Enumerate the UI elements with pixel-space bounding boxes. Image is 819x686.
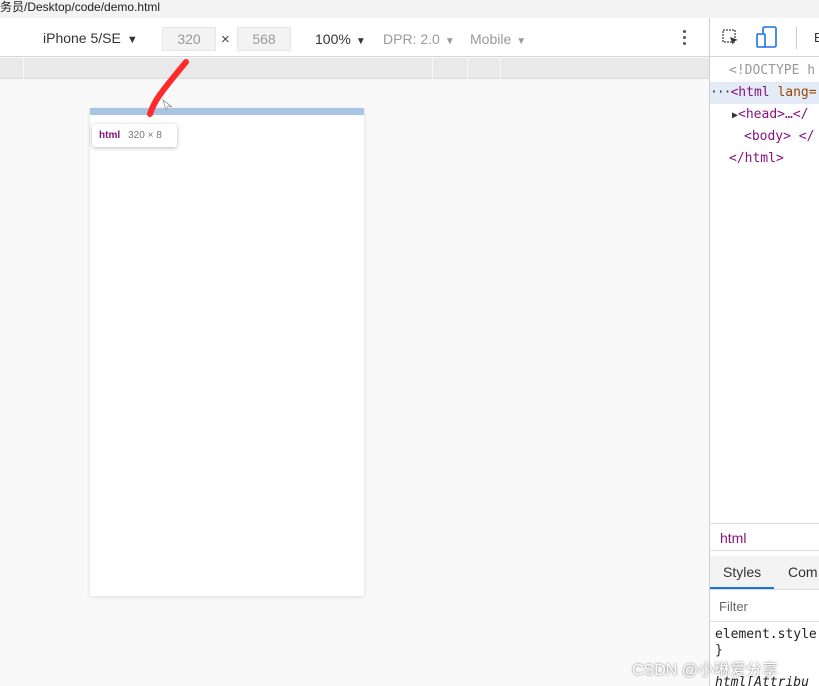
dom-line-doctype[interactable]: <!DOCTYPE h — [729, 60, 815, 82]
device-toggle-icon[interactable] — [756, 26, 778, 50]
rule-element-style[interactable]: element.style — [715, 627, 817, 643]
dom-line-html-close[interactable]: </html> — [729, 148, 784, 170]
tab-computed[interactable]: Com — [788, 564, 818, 580]
browser-window: 务员/Desktop/code/demo.html iPhone 5/SE ▼ 3… — [0, 0, 819, 686]
dom-line-html[interactable]: ···<html lang= — [710, 82, 819, 104]
devtools-panel: E <!DOCTYPE h ···<html lang= ▶<head>…</ … — [709, 18, 819, 686]
active-tab-indicator — [710, 587, 774, 589]
toolbar-divider — [796, 27, 797, 49]
styles-filter-input[interactable]: Filter — [710, 591, 819, 622]
dom-line-head[interactable]: ▶<head>…</ — [732, 104, 808, 126]
inspect-element-icon[interactable] — [722, 29, 740, 47]
tab-styles[interactable]: Styles — [723, 564, 761, 580]
watermark-text: CSDN @小琳爱分享 — [632, 662, 779, 679]
filter-placeholder: Filter — [719, 599, 748, 614]
red-annotation-stroke — [147, 59, 189, 117]
tab-elements[interactable]: E — [814, 30, 819, 45]
mouse-cursor-icon — [162, 98, 173, 112]
styles-tabbar: Styles Com — [710, 556, 819, 590]
dom-line-body[interactable]: <body> </ — [744, 126, 814, 148]
breadcrumb: html — [710, 523, 819, 551]
devtools-toolbar: E — [710, 18, 819, 57]
breadcrumb-html[interactable]: html — [720, 530, 746, 546]
